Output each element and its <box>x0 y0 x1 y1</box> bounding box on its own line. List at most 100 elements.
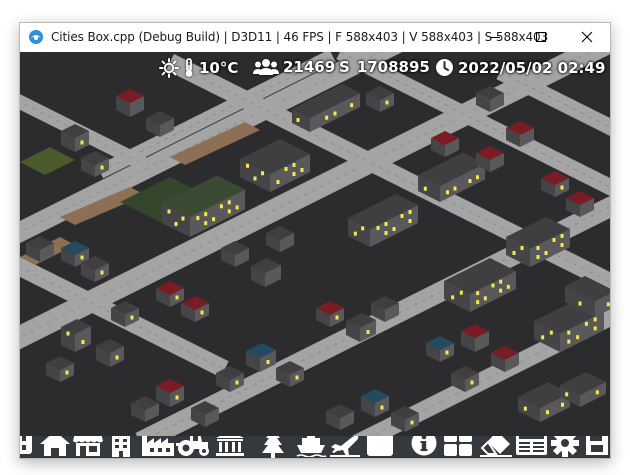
house-30-window <box>470 380 474 385</box>
office-block-6-window <box>506 284 510 289</box>
news-button[interactable] <box>514 436 548 458</box>
house-19-window <box>115 355 119 360</box>
office-block-3-window <box>468 179 472 183</box>
office-block-5-window <box>536 255 540 259</box>
farm-tool-button[interactable] <box>176 436 210 458</box>
temperature-value: 10°C <box>199 59 239 77</box>
office-block-4-window <box>408 210 412 214</box>
school-building-window <box>174 222 178 226</box>
city-viewport[interactable]: 10°C 21469 S 1708895 2022/05/02 02:49 <box>20 52 610 436</box>
office-block-8-window <box>606 302 610 307</box>
office-block-2-window <box>276 180 280 184</box>
office-block-4-window <box>384 231 388 235</box>
office-block-7-window <box>576 335 580 340</box>
clock-icon <box>436 59 453 76</box>
status-hud: 10°C 21469 S 1708895 2022/05/02 02:49 <box>20 52 610 82</box>
warehouse-2-window <box>565 392 569 397</box>
settings-button[interactable] <box>551 436 579 458</box>
office-block-2-window <box>261 171 264 176</box>
harbor-tool-button[interactable] <box>295 436 327 458</box>
overlays-button[interactable] <box>443 436 473 458</box>
thermometer-icon <box>185 58 193 77</box>
money-value: 1708895 <box>356 58 430 76</box>
house-10-window <box>80 255 84 260</box>
settings-gear-icon <box>551 436 579 457</box>
overlays-grid-icon <box>444 436 472 456</box>
apartment-1-window <box>81 340 85 344</box>
commercial-zone-icon <box>73 436 103 456</box>
park-tool-button[interactable] <box>261 436 285 458</box>
school-building-window <box>212 217 216 222</box>
office-block-1-window <box>350 103 354 108</box>
airport-tool-button[interactable] <box>329 436 361 458</box>
house-24-window <box>266 360 270 364</box>
money-symbol: S <box>339 58 350 76</box>
office-block-2-window <box>300 168 304 172</box>
office-block-5-window <box>544 251 548 255</box>
office-block-4-window <box>392 227 396 231</box>
commercial-zone-button[interactable] <box>72 436 104 458</box>
isometric-city-map[interactable] <box>20 52 610 436</box>
house-18-window <box>130 315 134 320</box>
bulldoze-button[interactable] <box>479 436 513 458</box>
industrial-zone-icon <box>142 436 174 456</box>
office-block-7-window <box>593 317 597 322</box>
close-button[interactable] <box>564 23 610 51</box>
office-block-5-window <box>536 246 540 250</box>
school-building-window <box>196 216 200 221</box>
road-tool-button[interactable] <box>20 436 34 458</box>
tree-park-icon <box>262 436 284 458</box>
school-building-window <box>227 209 231 214</box>
residential-zone-button[interactable] <box>39 436 71 458</box>
maximize-icon <box>536 32 546 42</box>
office-block-4-window <box>400 214 404 218</box>
office-block-6-window <box>476 291 480 296</box>
population-value: 21469 <box>283 58 336 76</box>
office-block-6-window <box>451 295 455 300</box>
ship-icon <box>296 436 327 457</box>
airplane-icon <box>330 436 360 457</box>
office-block-5-window <box>520 246 524 250</box>
blank-tool-button[interactable] <box>366 436 394 458</box>
save-button[interactable] <box>585 436 609 458</box>
office-block-7-window <box>541 335 545 340</box>
office-block-1-window <box>325 115 329 120</box>
info-button[interactable] <box>411 436 437 458</box>
office-block-7-window <box>567 330 571 335</box>
office-block-4-window <box>361 226 365 231</box>
minimize-button[interactable] <box>472 23 518 51</box>
info-icon <box>411 436 437 456</box>
apartment-1-window <box>66 331 70 336</box>
school-building-window <box>204 221 208 226</box>
office-block-2-window <box>292 172 296 176</box>
office-block-5-window <box>512 251 516 255</box>
office-block-3-window <box>453 186 457 191</box>
office-block-1-window <box>333 111 337 116</box>
house-26-window <box>235 380 239 385</box>
date-time-readout: 2022/05/02 02:49 <box>435 58 605 77</box>
warehouse-1-window <box>523 406 527 411</box>
blank-tool-icon <box>367 436 393 456</box>
money-readout: S 1708895 <box>339 58 430 76</box>
office-block-3-window <box>476 175 479 180</box>
house-36-window <box>410 420 414 425</box>
school-building-window <box>167 209 171 214</box>
school-building-window <box>227 200 231 205</box>
office-block-2-window <box>292 163 296 167</box>
office-block-6-window <box>499 288 503 293</box>
office-block-4-window <box>384 222 388 226</box>
house-27-window <box>445 350 449 355</box>
office-block-8-window <box>578 301 582 306</box>
office-block-2-window <box>253 176 257 181</box>
warehouse-1-window <box>561 402 564 407</box>
office-block-2-window <box>284 167 288 171</box>
industrial-zone-button[interactable] <box>141 436 175 458</box>
house-17-window <box>200 310 204 315</box>
title-bar[interactable]: Cities Box.cpp (Debug Build) | D3D11 | 4… <box>20 23 610 51</box>
school-building-window <box>204 212 208 217</box>
government-button[interactable] <box>215 436 245 458</box>
school-building-window <box>235 205 239 210</box>
office-zone-button[interactable] <box>108 436 134 458</box>
office-block-5-window <box>560 243 564 247</box>
maximize-button[interactable] <box>518 23 564 51</box>
